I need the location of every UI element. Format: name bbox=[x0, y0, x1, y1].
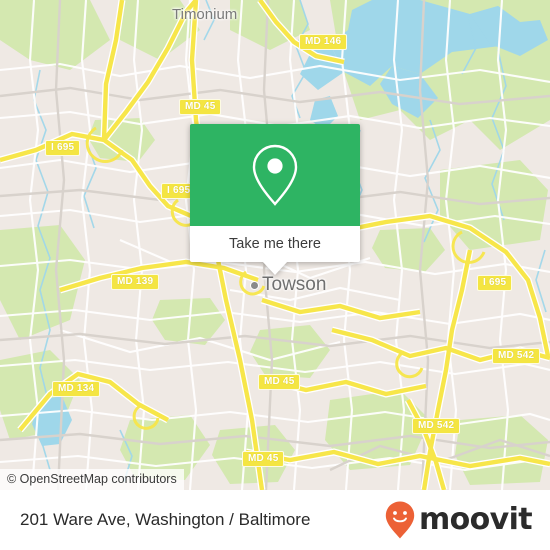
map-canvas[interactable]: Timonium Towson MD 146 MD 45 I 695 I 695… bbox=[0, 0, 550, 490]
info-card-header bbox=[190, 124, 360, 226]
city-dot-towson bbox=[250, 281, 259, 290]
moovit-logo[interactable]: moovit bbox=[384, 500, 533, 540]
road-shield-md45-south[interactable]: MD 45 bbox=[242, 451, 285, 467]
road-shield-md45-mid[interactable]: MD 45 bbox=[258, 374, 301, 390]
location-pin-icon bbox=[252, 144, 298, 206]
moovit-map-screenshot: Timonium Towson MD 146 MD 45 I 695 I 695… bbox=[0, 0, 550, 550]
info-card-pointer-tail bbox=[262, 261, 288, 275]
road-shield-md542-south[interactable]: MD 542 bbox=[412, 418, 461, 434]
osm-attribution[interactable]: © OpenStreetMap contributors bbox=[0, 469, 184, 490]
road-shield-md146[interactable]: MD 146 bbox=[299, 34, 348, 50]
road-shield-md542-east[interactable]: MD 542 bbox=[492, 348, 541, 364]
place-label-towson: Towson bbox=[262, 274, 327, 295]
info-card-footer[interactable]: Take me there bbox=[190, 226, 360, 262]
location-info-card[interactable]: Take me there bbox=[190, 124, 360, 275]
moovit-pin-icon bbox=[385, 501, 415, 539]
road-shield-md139[interactable]: MD 139 bbox=[111, 274, 160, 290]
take-me-there-label: Take me there bbox=[229, 236, 321, 252]
address-label: 201 Ware Ave, Washington / Baltimore bbox=[20, 510, 311, 529]
place-label-timonium: Timonium bbox=[172, 6, 238, 23]
road-shield-i695-east[interactable]: I 695 bbox=[477, 275, 513, 291]
road-shield-i695-west[interactable]: I 695 bbox=[45, 140, 81, 156]
moovit-wordmark: moovit bbox=[418, 502, 533, 537]
road-shield-md134[interactable]: MD 134 bbox=[52, 381, 101, 397]
road-shield-md45-north[interactable]: MD 45 bbox=[179, 99, 222, 115]
footer-bar: 201 Ware Ave, Washington / Baltimore moo… bbox=[0, 490, 550, 550]
